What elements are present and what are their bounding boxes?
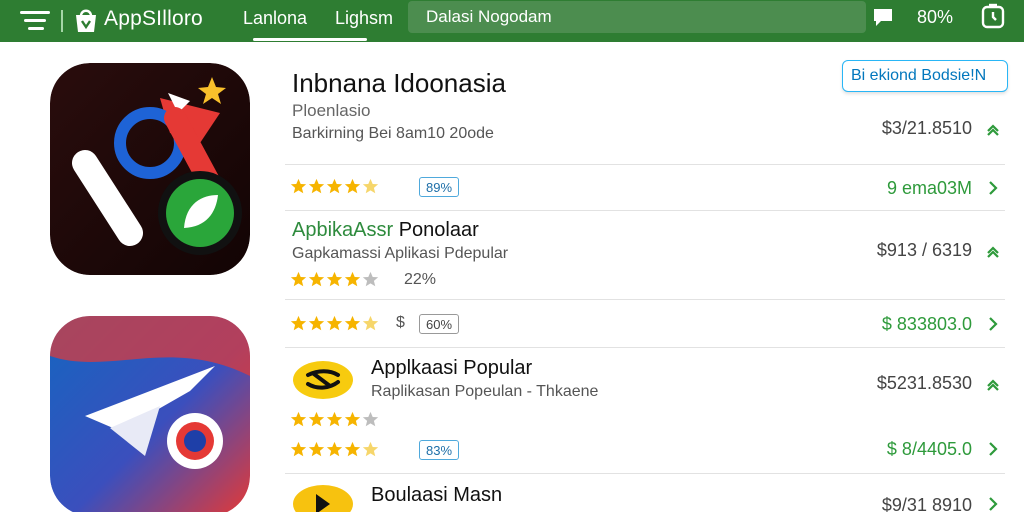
star-icon bbox=[308, 441, 325, 457]
chevron-right-icon[interactable] bbox=[985, 316, 1001, 332]
rating-suffix: $ bbox=[396, 314, 405, 331]
star-icon bbox=[290, 441, 307, 457]
tab-lighsm[interactable]: Lighsm bbox=[335, 8, 393, 29]
page-description: Barkirning Bei 8am10 20ode bbox=[292, 125, 494, 142]
top-app-bar: AppSIlloro Lanlona Lighsm Dalasi Nogodam… bbox=[0, 0, 1024, 42]
percent-badge: 60% bbox=[419, 314, 460, 334]
chevron-up-icon[interactable] bbox=[985, 120, 1001, 136]
star-icon bbox=[344, 441, 361, 457]
row-divider bbox=[285, 473, 1005, 474]
row-price: $913 / 6319 bbox=[876, 240, 972, 260]
star-icon bbox=[290, 271, 307, 287]
star-half-icon bbox=[362, 441, 379, 457]
shopping-bag-icon[interactable] bbox=[72, 6, 100, 34]
chevron-up-icon[interactable] bbox=[985, 375, 1001, 391]
row-price: $ 8/4405.0 bbox=[886, 439, 972, 459]
app-subtitle: Raplikasan Popeulan - Thkaene bbox=[371, 383, 599, 400]
star-icon bbox=[308, 178, 325, 194]
row-price: $9/31 8910 bbox=[881, 495, 972, 512]
row-divider bbox=[285, 210, 1005, 211]
tab-lanlona[interactable]: Lanlona bbox=[243, 8, 368, 41]
menu-icon[interactable] bbox=[20, 11, 50, 31]
header-divider bbox=[61, 10, 63, 32]
app-title: Boulaasi Masn bbox=[371, 484, 503, 506]
star-half-icon bbox=[362, 315, 379, 331]
star-icon bbox=[326, 271, 343, 287]
row-price: 9 ema03M bbox=[886, 178, 972, 198]
star-icon bbox=[326, 441, 343, 457]
row-divider bbox=[285, 347, 1005, 348]
app-title: Applkaasi Popular bbox=[371, 357, 533, 379]
rating-stars bbox=[290, 441, 380, 458]
app-subtitle: Gapkamassi Aplikasi Pdepular bbox=[292, 245, 509, 262]
rating-percent: 22% bbox=[404, 271, 437, 288]
star-empty-icon bbox=[362, 271, 379, 287]
row-divider bbox=[285, 299, 1005, 300]
chat-bubble-icon[interactable] bbox=[872, 7, 894, 27]
app-title: ApbikaAssr Ponolaar bbox=[292, 219, 479, 242]
page-subtitle: Ploenlasio bbox=[292, 101, 371, 120]
chevron-right-icon[interactable] bbox=[985, 441, 1001, 457]
chevron-right-icon[interactable] bbox=[985, 496, 1001, 512]
row-price: $ 833803.0 bbox=[881, 314, 972, 334]
rating-stars bbox=[290, 271, 380, 288]
hero-price: $3/21.8510 bbox=[881, 118, 972, 138]
star-icon bbox=[326, 178, 343, 194]
status-percent: 80% bbox=[917, 7, 954, 27]
star-icon bbox=[344, 315, 361, 331]
app-title-accent: ApbikaAssr bbox=[292, 219, 394, 241]
chevron-right-icon[interactable] bbox=[985, 180, 1001, 196]
app-logo-text[interactable]: AppSIlloro bbox=[104, 7, 203, 31]
primary-action-button[interactable]: Bi ekiond Bodsie!N bbox=[842, 60, 1008, 92]
star-icon bbox=[308, 411, 325, 427]
page-title: Inbnana Idoonasia bbox=[292, 68, 506, 98]
star-icon bbox=[344, 271, 361, 287]
row-price: $5231.8530 bbox=[876, 373, 972, 393]
percent-badge: 89% bbox=[419, 177, 460, 197]
search-input[interactable]: Dalasi Nogodam bbox=[408, 1, 866, 33]
rating-stars bbox=[290, 315, 380, 332]
app-icon-small[interactable] bbox=[292, 360, 354, 400]
star-empty-icon bbox=[362, 411, 379, 427]
star-icon bbox=[290, 178, 307, 194]
star-icon bbox=[290, 315, 307, 331]
clock-icon[interactable] bbox=[981, 3, 1005, 29]
star-icon bbox=[290, 411, 307, 427]
star-icon bbox=[344, 178, 361, 194]
app-icon-small[interactable] bbox=[292, 484, 354, 512]
star-icon bbox=[308, 271, 325, 287]
star-icon bbox=[308, 315, 325, 331]
app-icon-featured[interactable] bbox=[50, 63, 250, 275]
rating-stars bbox=[290, 178, 380, 195]
rating-stars bbox=[290, 411, 380, 428]
star-icon bbox=[326, 315, 343, 331]
chevron-up-icon[interactable] bbox=[985, 242, 1001, 258]
row-divider bbox=[285, 164, 1005, 165]
star-half-icon bbox=[362, 178, 379, 194]
star-icon bbox=[344, 411, 361, 427]
percent-badge: 83% bbox=[419, 440, 460, 460]
app-title-rest: Ponolaar bbox=[398, 219, 479, 241]
app-icon-airline[interactable] bbox=[50, 316, 250, 512]
star-icon bbox=[326, 411, 343, 427]
